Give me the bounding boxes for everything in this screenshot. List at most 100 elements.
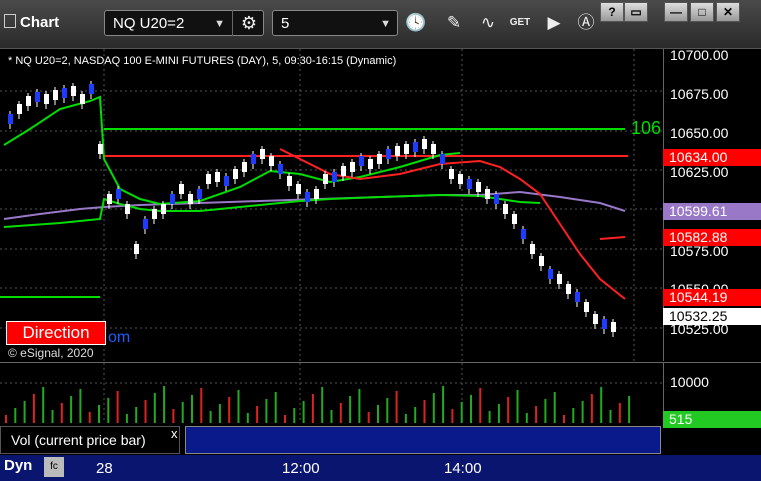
candle-body	[593, 314, 598, 324]
candle-body	[305, 192, 310, 202]
candle-body	[251, 154, 256, 164]
restore-button[interactable]: ▭	[624, 2, 648, 22]
candle-body	[62, 88, 67, 98]
candle-body	[152, 209, 157, 219]
candle-body	[278, 164, 283, 174]
candle-body	[368, 159, 373, 169]
candle-body	[206, 174, 211, 184]
close-icon[interactable]: x	[171, 426, 178, 441]
candle-body	[422, 139, 427, 149]
price-tick: 10675.00	[670, 86, 729, 102]
candle-body	[539, 256, 544, 266]
candle-body	[386, 149, 391, 159]
candle-body	[557, 274, 562, 284]
price-plot[interactable]	[0, 49, 663, 361]
candle-body	[530, 244, 535, 254]
candle-body	[287, 176, 292, 186]
close-button[interactable]: ✕	[716, 2, 740, 22]
candle-body	[233, 169, 238, 179]
candle-body	[611, 322, 616, 332]
candle-body	[215, 172, 220, 182]
candle-body	[197, 189, 202, 199]
candle-body	[161, 204, 166, 214]
candle-body	[485, 189, 490, 199]
minimize-button[interactable]: —	[664, 2, 688, 22]
candle-body	[179, 184, 184, 194]
candle-body	[566, 284, 571, 294]
candle-body	[26, 96, 31, 106]
candle-body	[260, 149, 265, 159]
candle-body	[332, 172, 337, 182]
price-tag-red: 10544.19	[663, 289, 761, 306]
candle-body	[314, 189, 319, 199]
volume-current-tag: 515	[663, 411, 761, 428]
candle-body	[503, 204, 508, 214]
candle-body	[395, 146, 400, 156]
candle-body	[53, 90, 58, 100]
candle-body	[17, 104, 22, 114]
candle-body	[125, 204, 130, 214]
maximize-button[interactable]: □	[690, 2, 714, 22]
candle-body	[584, 302, 589, 312]
chart-info: * NQ U20=2, NASDAQ 100 E-MINI FUTURES (D…	[8, 55, 397, 67]
candle-body	[467, 179, 472, 189]
time-tick: 28	[96, 460, 113, 477]
clock-icon[interactable]: 🕓	[402, 10, 430, 36]
red-step-line	[599, 236, 626, 240]
volume-study-label[interactable]: Vol (current price bar)	[0, 426, 180, 454]
alert-icon[interactable]: Ⓐ	[572, 10, 600, 36]
get-icon[interactable]: GET	[506, 10, 534, 36]
candle-body	[359, 156, 364, 166]
time-axis[interactable]	[0, 455, 761, 481]
chevron-down-icon[interactable]: ▼	[214, 11, 225, 37]
candle-body	[476, 182, 481, 192]
time-tick: 12:00	[282, 460, 320, 477]
direction-badge: Direction	[6, 321, 106, 345]
volume-pane[interactable]	[0, 362, 663, 423]
price-tag-red: 10582.88	[663, 229, 761, 246]
volume-tick: 10000	[670, 374, 709, 390]
study-icon[interactable]: ∿	[474, 10, 502, 36]
candle-body	[449, 169, 454, 179]
candle-body	[116, 189, 121, 199]
candle-body	[242, 162, 247, 172]
candle-body	[44, 94, 49, 104]
chart-window-icon	[4, 14, 16, 28]
candle-body	[80, 94, 85, 104]
candle-body	[413, 142, 418, 152]
candle-body	[269, 156, 274, 166]
candle-body	[341, 166, 346, 176]
fc-icon[interactable]: fc	[44, 457, 64, 477]
interval-select[interactable]: 5 ▼	[272, 10, 398, 36]
candle-body	[521, 229, 526, 239]
candle-body	[548, 269, 553, 279]
play-icon[interactable]: ▶	[540, 10, 568, 36]
study-drop-area[interactable]	[185, 426, 661, 454]
price-tag-red: 10634.00	[663, 149, 761, 166]
candle-body	[350, 162, 355, 172]
candle-body	[575, 292, 580, 302]
help-button[interactable]: ?	[600, 2, 624, 22]
om-link[interactable]: om	[108, 329, 130, 347]
chevron-down-icon[interactable]: ▼	[380, 11, 391, 37]
candle-body	[602, 319, 607, 329]
dynamic-mode-label[interactable]: Dyn	[4, 457, 32, 474]
price-tick: 10625.00	[670, 164, 729, 180]
candle-body	[494, 194, 499, 204]
candle-body	[188, 194, 193, 204]
candle-body	[440, 154, 445, 164]
candle-body	[377, 154, 382, 164]
candle-body	[224, 176, 229, 186]
pencil-icon[interactable]: ✎	[440, 10, 468, 36]
candle-body	[323, 174, 328, 184]
green-level-label: 106	[631, 118, 662, 138]
candle-body	[170, 194, 175, 204]
time-tick: 14:00	[444, 460, 482, 477]
fast-average-green	[3, 95, 461, 206]
candle-body	[71, 86, 76, 96]
candle-body	[296, 184, 301, 194]
candle-body	[431, 144, 436, 154]
candle-body	[134, 244, 139, 254]
price-chart-svg	[0, 49, 663, 361]
gear-icon[interactable]: ⚙	[232, 10, 265, 36]
